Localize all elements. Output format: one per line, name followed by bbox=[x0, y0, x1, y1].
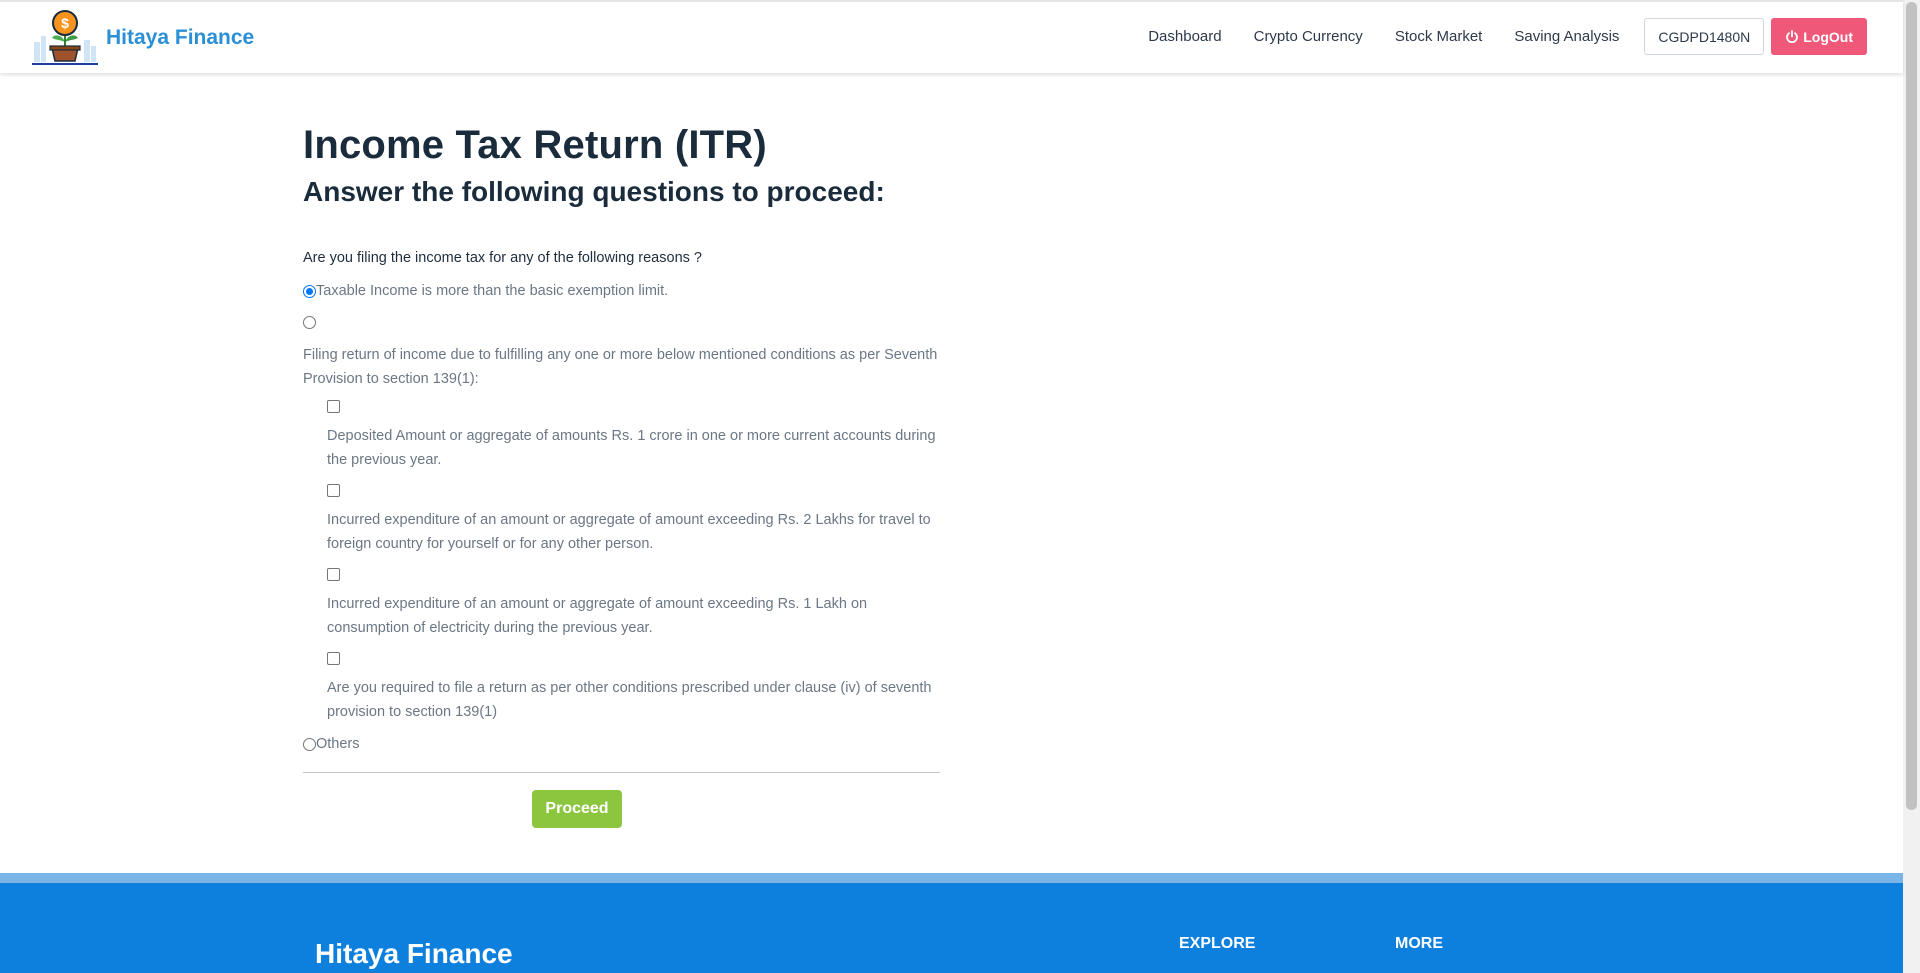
page-subtitle: Answer the following questions to procee… bbox=[303, 176, 885, 207]
condition-label: Incurred expenditure of an amount or agg… bbox=[327, 596, 868, 636]
brand[interactable]: $ Hitaya Finance bbox=[32, 8, 254, 68]
power-icon bbox=[1786, 29, 1799, 43]
option-taxable-income-label: Taxable Income is more than the basic ex… bbox=[316, 283, 669, 299]
itr-form: Income Tax Return (ITR) Answer the follo… bbox=[303, 120, 943, 828]
user-id-label: CGDPD1480N bbox=[1658, 28, 1751, 45]
main-nav: Dashboard Crypto Currency Stock Market S… bbox=[1148, 18, 1867, 55]
checkbox-condition-2[interactable] bbox=[327, 484, 340, 497]
checkbox-condition-4[interactable] bbox=[327, 652, 340, 665]
proceed-button[interactable]: Proceed bbox=[532, 790, 622, 828]
nav-saving-analysis[interactable]: Saving Analysis bbox=[1514, 28, 1619, 45]
nav-dashboard[interactable]: Dashboard bbox=[1148, 28, 1221, 45]
footer-explore-heading: EXPLORE bbox=[1179, 935, 1256, 952]
condition-item: Are you required to file a return as per… bbox=[327, 652, 943, 724]
option-others-label: Others bbox=[316, 736, 360, 752]
vertical-scrollbar[interactable] bbox=[1903, 0, 1920, 973]
condition-item: Incurred expenditure of an amount or agg… bbox=[327, 568, 943, 640]
option-seventh-provision-label: Filing return of income due to fulfillin… bbox=[303, 347, 938, 387]
radio-others[interactable] bbox=[303, 737, 316, 751]
condition-label: Deposited Amount or aggregate of amounts… bbox=[327, 428, 936, 468]
nav-crypto-currency[interactable]: Crypto Currency bbox=[1254, 28, 1363, 45]
condition-item: Incurred expenditure of an amount or agg… bbox=[327, 484, 943, 556]
radio-seventh-provision[interactable] bbox=[303, 316, 316, 329]
logout-button[interactable]: LogOut bbox=[1771, 18, 1867, 55]
condition-label: Are you required to file a return as per… bbox=[327, 680, 932, 720]
option-others[interactable]: Others bbox=[303, 736, 943, 752]
footer-strip bbox=[0, 873, 1903, 883]
nav-stock-market[interactable]: Stock Market bbox=[1395, 28, 1483, 45]
checkbox-condition-3[interactable] bbox=[327, 568, 340, 581]
option-taxable-income[interactable]: Taxable Income is more than the basic ex… bbox=[303, 283, 943, 299]
logo-icon: $ bbox=[32, 8, 98, 68]
scrollbar-thumb[interactable] bbox=[1906, 2, 1917, 810]
svg-text:$: $ bbox=[61, 15, 69, 31]
footer-brand: Hitaya Finance bbox=[315, 938, 513, 969]
condition-item: Deposited Amount or aggregate of amounts… bbox=[327, 400, 943, 472]
footer: Hitaya Finance EXPLORE MORE bbox=[0, 883, 1903, 973]
question-text: Are you filing the income tax for any of… bbox=[303, 250, 702, 266]
condition-label: Incurred expenditure of an amount or agg… bbox=[327, 512, 931, 552]
radio-taxable-income[interactable] bbox=[303, 284, 316, 298]
conditions-list: Deposited Amount or aggregate of amounts… bbox=[327, 400, 943, 724]
top-navbar: $ Hitaya Finance Dashboard Crypto Curren… bbox=[0, 0, 1903, 73]
divider bbox=[303, 772, 940, 773]
logout-label: LogOut bbox=[1803, 28, 1853, 45]
checkbox-condition-1[interactable] bbox=[327, 400, 340, 413]
user-id-button[interactable]: CGDPD1480N bbox=[1644, 18, 1765, 55]
footer-more-heading: MORE bbox=[1395, 935, 1443, 952]
brand-name[interactable]: Hitaya Finance bbox=[106, 26, 254, 50]
option-seventh-provision[interactable]: Filing return of income due to fulfillin… bbox=[303, 316, 943, 391]
page-title: Income Tax Return (ITR) bbox=[303, 123, 767, 167]
